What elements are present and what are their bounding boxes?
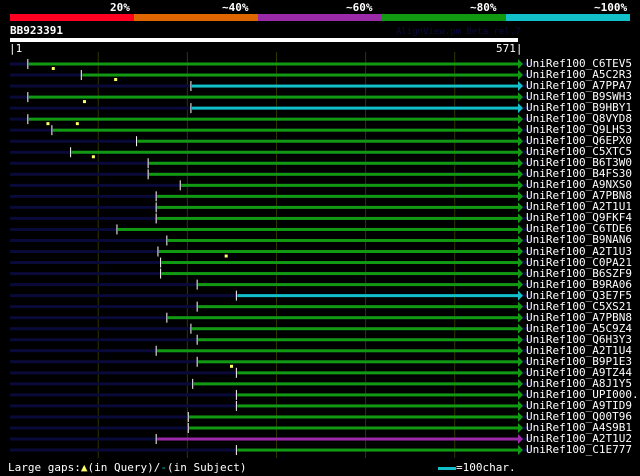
query-bar: [10, 38, 518, 42]
hit-arrow: [518, 92, 523, 103]
hit-arrow: [518, 224, 523, 235]
hit-bar: [71, 150, 518, 154]
hit-bar: [157, 194, 518, 198]
scale-segment: [134, 14, 258, 21]
query-gap-marker: [114, 78, 118, 82]
subject-gap-icon: -: [160, 461, 167, 474]
hit-arrow: [518, 323, 523, 334]
hit-arrow: [518, 257, 523, 268]
hit-bar: [82, 73, 518, 77]
hit-arrow: [518, 378, 523, 389]
hit-bar: [161, 272, 518, 276]
hit-arrow: [518, 301, 523, 312]
hit-arrow: [518, 114, 523, 125]
hit-arrow: [518, 334, 523, 345]
scale-segment: [258, 14, 382, 21]
query-gap-marker: [46, 122, 50, 126]
hit-bar: [28, 62, 519, 66]
hit-bar: [161, 261, 518, 265]
scale-segment: [382, 14, 506, 21]
hit-bar: [157, 216, 518, 220]
query-gap-marker: [82, 100, 86, 104]
hit-bar: [193, 382, 518, 386]
hit-bar: [157, 349, 518, 353]
hit-bar: [198, 305, 518, 309]
hit-arrow: [518, 180, 523, 191]
hit-arrow: [518, 400, 523, 411]
scale-segment: [506, 14, 630, 21]
hit-label[interactable]: UniRef100_C1E777: [526, 443, 632, 456]
hit-bar: [157, 205, 518, 209]
hit-bar: [137, 139, 518, 143]
hit-bar: [181, 183, 519, 187]
hit-arrow: [518, 312, 523, 323]
hit-bar: [157, 437, 518, 441]
hit-arrow: [518, 356, 523, 367]
hit-arrow: [518, 81, 523, 92]
scale-legend: =100char.: [438, 461, 516, 474]
hit-arrow: [518, 268, 523, 279]
hit-bar: [198, 360, 518, 364]
hit-arrow: [518, 169, 523, 180]
hit-arrow: [518, 191, 523, 202]
legend: Large gaps:▲(in Query)/-(in Subject): [8, 461, 246, 474]
legend-subject: (in Subject): [166, 461, 247, 474]
hit-bar: [237, 371, 518, 375]
hit-arrow: [518, 367, 523, 378]
hit-arrow: [518, 103, 523, 114]
hit-arrow: [518, 125, 523, 136]
alignment-view: 20% ~40% ~60% ~80% ~100% BB923391 AlignView.…: [0, 0, 640, 476]
hit-bar: [189, 415, 519, 419]
hit-bar: [191, 84, 518, 88]
hit-arrow: [518, 279, 523, 290]
hit-bar: [167, 316, 518, 320]
hit-bar: [28, 95, 519, 99]
hit-arrow: [518, 235, 523, 246]
hit-arrow: [518, 147, 523, 158]
query-gap-marker: [91, 155, 95, 159]
hit-arrow: [518, 345, 523, 356]
hit-arrow: [518, 434, 523, 445]
scale-legend-text: =100char.: [456, 461, 516, 474]
hit-bar: [237, 294, 518, 298]
query-gap-marker: [224, 254, 228, 258]
hit-bar: [237, 393, 518, 397]
hit-bar: [158, 250, 519, 254]
scale-segment: [10, 14, 134, 21]
query-gap-marker: [51, 67, 55, 70]
hit-arrow: [518, 389, 523, 400]
hit-bar: [52, 128, 518, 132]
hit-bar: [237, 404, 518, 408]
hit-bar: [117, 227, 519, 231]
hit-arrow: [518, 213, 523, 224]
hit-arrow: [518, 246, 523, 257]
hit-arrow: [518, 422, 523, 433]
hit-bar: [189, 426, 519, 430]
hit-arrow: [518, 290, 523, 301]
hit-arrow: [518, 202, 523, 213]
hit-bar: [149, 161, 518, 165]
legend-prefix: Large gaps:: [8, 461, 81, 474]
hit-arrow: [518, 59, 523, 69]
hit-arrow: [518, 70, 523, 81]
hit-bar: [198, 283, 518, 287]
query-gap-marker: [230, 364, 234, 368]
hit-bar: [237, 448, 518, 452]
hit-bar: [191, 327, 518, 331]
hit-arrow: [518, 158, 523, 169]
hit-bar: [149, 172, 518, 176]
hit-bar: [167, 238, 518, 242]
legend-query: (in Query)/: [87, 461, 161, 474]
query-gap-marker: [75, 122, 79, 126]
hit-arrow: [518, 445, 523, 456]
hit-bar: [198, 338, 518, 342]
scale-bar-icon: [438, 466, 456, 470]
hit-bar: [28, 117, 519, 121]
hit-arrow: [518, 411, 523, 422]
hit-arrow: [518, 136, 523, 147]
hit-bar: [191, 106, 518, 110]
